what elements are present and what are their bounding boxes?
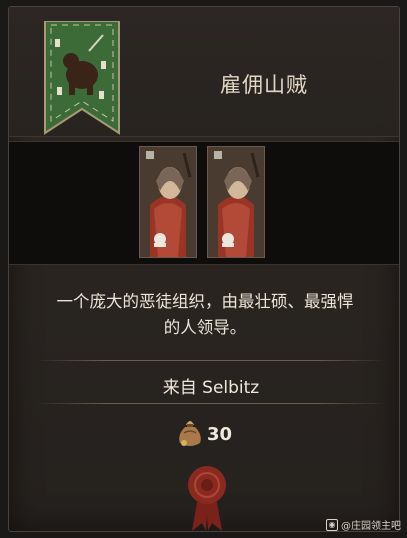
divider — [35, 403, 387, 404]
bandit-portrait[interactable] — [207, 146, 265, 258]
wax-seal-icon — [182, 463, 232, 533]
money-bag-icon — [177, 417, 203, 451]
divider — [35, 360, 387, 361]
unit-description: 一个庞大的恶徒组织，由最壮硕、最强悍 的人领导。 — [27, 289, 383, 341]
unit-portrait-strip — [9, 141, 399, 265]
bear-heraldic-banner-icon — [41, 20, 123, 139]
forum-logo-icon: ◉ — [326, 518, 338, 531]
unit-origin: 来自 Selbitz — [162, 378, 260, 398]
cost-value: 30 — [207, 423, 233, 445]
description-line: 的人领导。 — [163, 318, 247, 337]
description-line: 一个庞大的恶徒组织，由最壮硕、最强悍 — [56, 292, 354, 311]
unit-name: 雇佣山贼 — [220, 73, 308, 97]
watermark-text: @庄园领主吧 — [341, 521, 401, 532]
unit-cost: 30 — [177, 417, 232, 451]
bandit-portrait[interactable] — [139, 146, 197, 258]
watermark: ◉ @庄园领主吧 — [326, 517, 401, 532]
unit-card: 雇佣山贼 一个庞大的恶徒组织，由最壮硕、最强悍 的人领导。 来自 Selbitz… — [8, 6, 400, 532]
